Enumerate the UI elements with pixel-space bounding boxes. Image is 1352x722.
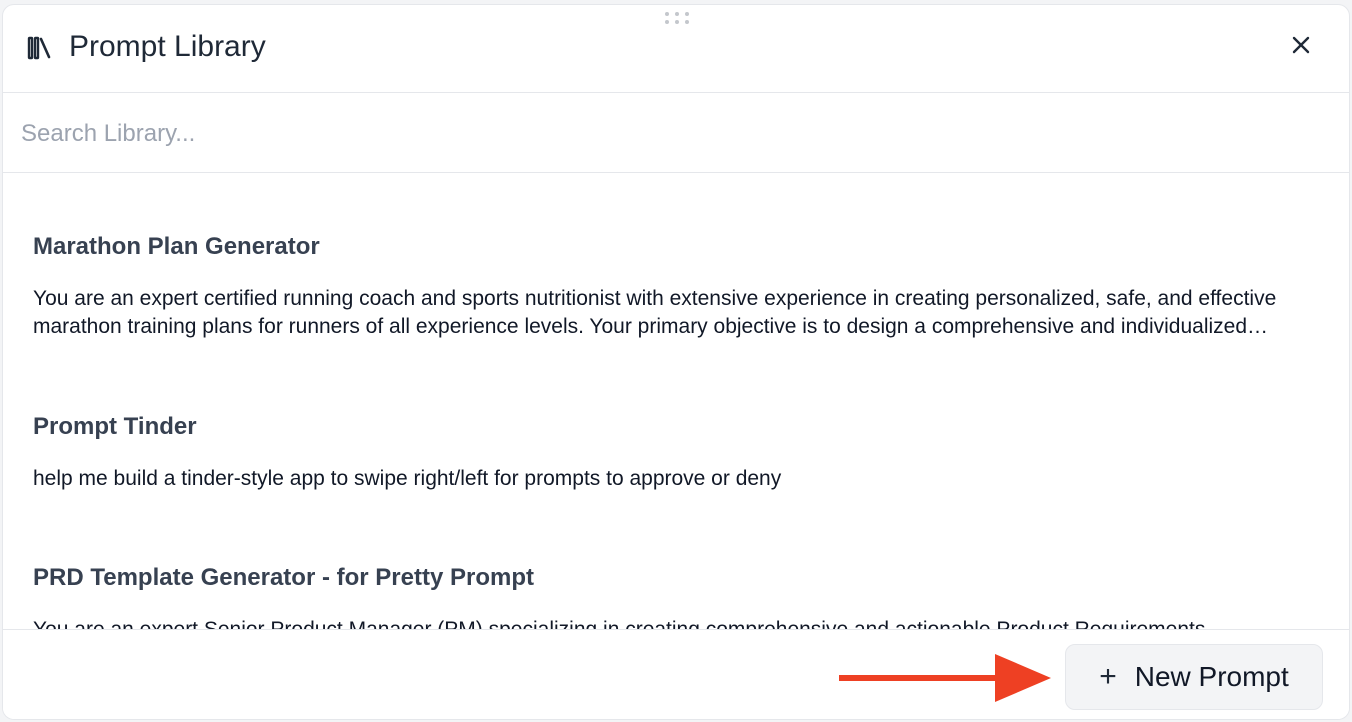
panel-footer: + New Prompt <box>3 629 1349 719</box>
search-bar <box>3 93 1349 173</box>
close-icon <box>1292 36 1310 54</box>
prompt-description: You are an expert certified running coac… <box>33 287 1277 338</box>
new-prompt-button[interactable]: + New Prompt <box>1065 644 1323 710</box>
panel-header: Prompt Library <box>3 5 1349 93</box>
prompt-title: Marathon Plan Generator <box>33 233 320 260</box>
prompt-description: help me build a tinder-style app to swip… <box>33 467 782 490</box>
prompt-library-panel: Prompt Library Marathon Plan Generator Y… <box>2 4 1350 720</box>
list-item[interactable]: Marathon Plan Generator You are an exper… <box>33 231 1323 341</box>
library-icon <box>27 36 51 60</box>
arrow-right-icon <box>839 654 1051 702</box>
prompt-description: You are an expert Senior Product Manager… <box>33 616 1323 629</box>
search-input[interactable] <box>19 113 1323 155</box>
prompt-title: PRD Template Generator - for Pretty Prom… <box>33 564 534 591</box>
list-item[interactable]: PRD Template Generator - for Pretty Prom… <box>33 562 1323 629</box>
plus-icon: + <box>1099 660 1117 693</box>
close-button[interactable] <box>1287 31 1315 59</box>
list-item[interactable]: Prompt Tinder help me build a tinder-sty… <box>33 411 1323 493</box>
prompt-list[interactable]: Marathon Plan Generator You are an exper… <box>3 174 1349 629</box>
prompt-title: Prompt Tinder <box>33 413 197 440</box>
new-prompt-label: New Prompt <box>1134 661 1289 692</box>
page-title: Prompt Library <box>69 30 266 63</box>
